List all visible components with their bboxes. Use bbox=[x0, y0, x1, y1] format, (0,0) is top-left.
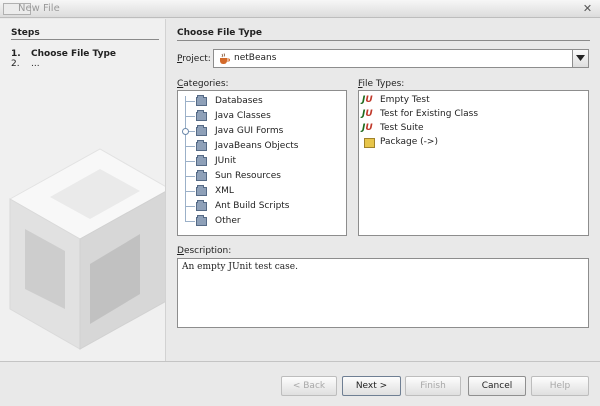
tree-line bbox=[185, 221, 195, 222]
junit-icon: JU bbox=[362, 123, 373, 133]
folder-icon bbox=[196, 185, 207, 196]
category-item[interactable]: Sun Resources bbox=[178, 170, 346, 184]
category-label: XML bbox=[215, 186, 234, 196]
file-type-item[interactable]: JU Test Suite bbox=[361, 122, 587, 136]
category-label: Other bbox=[215, 216, 241, 226]
category-item[interactable]: Ant Build Scripts bbox=[178, 200, 346, 214]
tree-line bbox=[185, 101, 195, 102]
file-type-item[interactable]: Package (->) bbox=[361, 136, 587, 150]
categories-tree[interactable]: Databases Java Classes Java GUI Forms Ja… bbox=[177, 90, 347, 236]
description-label-rest: escription: bbox=[183, 246, 232, 256]
step-1: 1. Choose File Type bbox=[11, 49, 116, 59]
file-types-list[interactable]: JU Empty Test JU Test for Existing Class… bbox=[358, 90, 589, 236]
button-bar-divider bbox=[0, 361, 600, 362]
file-type-label: Package (->) bbox=[380, 137, 438, 147]
steps-pane: Steps 1. Choose File Type 2.... bbox=[0, 19, 166, 362]
folder-icon bbox=[196, 140, 207, 151]
tree-line bbox=[185, 161, 195, 162]
project-label-rest: roject: bbox=[182, 54, 211, 64]
category-item[interactable]: JUnit bbox=[178, 155, 346, 169]
tree-line bbox=[185, 116, 195, 117]
step-2: 2.... bbox=[11, 59, 40, 69]
description-box: An empty JUnit test case. bbox=[177, 258, 589, 328]
steps-divider bbox=[11, 39, 159, 40]
category-label: Databases bbox=[215, 96, 263, 106]
junit-icon: JU bbox=[362, 95, 373, 105]
categories-label: Categories: bbox=[177, 79, 229, 89]
help-button[interactable]: Help bbox=[531, 376, 589, 396]
category-label: JUnit bbox=[215, 156, 236, 166]
folder-icon bbox=[196, 200, 207, 211]
title-bar[interactable]: New File ✕ bbox=[0, 0, 600, 18]
category-item[interactable]: Java GUI Forms bbox=[178, 125, 346, 139]
category-item[interactable]: Java Classes bbox=[178, 110, 346, 124]
folder-icon bbox=[196, 95, 207, 106]
category-label: Ant Build Scripts bbox=[215, 201, 290, 211]
folder-icon bbox=[196, 125, 207, 136]
tree-line bbox=[185, 146, 195, 147]
tree-line bbox=[185, 191, 195, 192]
file-type-label: Test Suite bbox=[380, 123, 424, 133]
project-combobox[interactable]: netBeans bbox=[213, 49, 589, 68]
section-divider bbox=[177, 40, 590, 41]
category-label: Java GUI Forms bbox=[215, 126, 284, 136]
close-icon[interactable]: ✕ bbox=[581, 2, 594, 15]
category-item[interactable]: Databases bbox=[178, 95, 346, 109]
file-types-label-rest: ile Types: bbox=[362, 79, 405, 89]
tree-line bbox=[185, 176, 195, 177]
project-label: Project: bbox=[177, 54, 211, 64]
project-value: netBeans bbox=[234, 53, 277, 63]
file-types-label: File Types: bbox=[358, 79, 404, 89]
category-label: JavaBeans Objects bbox=[215, 141, 299, 151]
step-number: 1. bbox=[11, 49, 21, 59]
steps-header: Steps bbox=[11, 28, 40, 38]
folder-icon bbox=[196, 170, 207, 181]
step-label: Choose File Type bbox=[31, 49, 117, 59]
finish-button[interactable]: Finish bbox=[405, 376, 461, 396]
dropdown-button[interactable] bbox=[572, 50, 588, 67]
categories-label-rest: ategories: bbox=[183, 79, 229, 89]
file-type-label: Empty Test bbox=[380, 95, 430, 105]
description-label-mnemonic: D bbox=[177, 246, 184, 256]
chevron-down-icon bbox=[576, 55, 585, 61]
section-title: Choose File Type bbox=[177, 28, 263, 38]
category-item[interactable]: JavaBeans Objects bbox=[178, 140, 346, 154]
folder-icon bbox=[196, 215, 207, 226]
back-button[interactable]: < Back bbox=[281, 376, 337, 396]
cancel-button[interactable]: Cancel bbox=[468, 376, 526, 396]
category-label: Java Classes bbox=[215, 111, 271, 121]
category-item[interactable]: XML bbox=[178, 185, 346, 199]
package-icon bbox=[364, 138, 375, 148]
step-number: 2. bbox=[11, 59, 20, 69]
file-type-label: Test for Existing Class bbox=[380, 109, 479, 119]
category-label: Sun Resources bbox=[215, 171, 281, 181]
junit-icon: JU bbox=[362, 109, 373, 119]
description-text: An empty JUnit test case. bbox=[182, 262, 298, 272]
next-button[interactable]: Next > bbox=[342, 376, 401, 396]
file-type-item[interactable]: JU Empty Test bbox=[361, 94, 587, 108]
category-item[interactable]: Other bbox=[178, 215, 346, 229]
file-type-item[interactable]: JU Test for Existing Class bbox=[361, 108, 587, 122]
expand-handle-icon[interactable] bbox=[182, 128, 189, 135]
coffee-cup-icon bbox=[220, 53, 230, 64]
folder-icon bbox=[196, 110, 207, 121]
wizard-cube-watermark bbox=[8, 148, 165, 350]
window-title: New File bbox=[18, 3, 60, 14]
description-label: Description: bbox=[177, 246, 231, 256]
step-label: ... bbox=[31, 59, 40, 69]
folder-icon bbox=[196, 155, 207, 166]
tree-line bbox=[185, 206, 195, 207]
